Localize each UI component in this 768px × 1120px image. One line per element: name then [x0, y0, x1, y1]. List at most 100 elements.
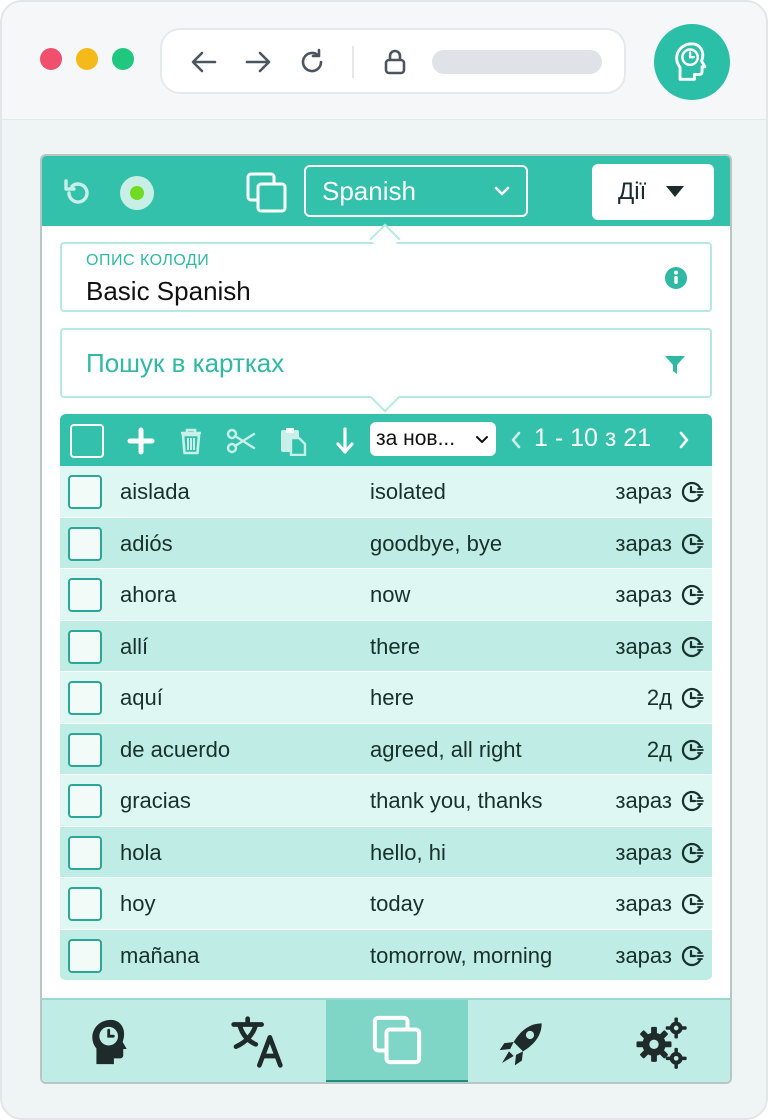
copy-deck-icon[interactable]	[244, 170, 290, 216]
card-due: зараз	[615, 530, 672, 556]
arrow-left-icon	[191, 51, 217, 73]
extension-panel: Spanish Дії ОПИС КОЛОДИ Basic Spanish По…	[40, 154, 732, 1084]
address-bar[interactable]	[160, 28, 626, 94]
card-checkbox[interactable]	[68, 784, 102, 818]
window-maximize-button[interactable]	[112, 48, 134, 70]
nav-cards[interactable]	[326, 1000, 468, 1082]
nav-translate[interactable]	[188, 1000, 326, 1082]
deck-select-value: Spanish	[322, 176, 416, 206]
card-term: de acuerdo	[120, 736, 231, 762]
card-due: зараз	[615, 633, 672, 659]
card-row[interactable]: allí there зараз	[60, 620, 712, 672]
chevron-right-icon[interactable]	[676, 428, 692, 452]
clock-icon	[681, 533, 704, 554]
chevron-down-icon	[494, 186, 510, 196]
gears-icon	[636, 1017, 687, 1069]
card-term: hoy	[120, 891, 156, 916]
scissors-icon[interactable]	[226, 426, 256, 456]
window-minimize-button[interactable]	[76, 48, 98, 70]
card-due: зараз	[615, 582, 672, 607]
paste-icon[interactable]	[278, 426, 308, 456]
rocket-icon	[499, 1023, 542, 1066]
deck-description-value: Basic Spanish	[86, 276, 251, 306]
deck-select[interactable]: Spanish	[304, 165, 528, 217]
card-due: 2д	[646, 736, 672, 762]
clock-icon	[681, 945, 704, 966]
card-checkbox[interactable]	[68, 629, 102, 664]
card-row[interactable]: adiós goodbye, bye зараз	[60, 517, 712, 569]
card-term: aquí	[120, 685, 163, 710]
clock-icon	[681, 893, 704, 915]
card-row[interactable]: aquí here 2д	[60, 672, 712, 724]
card-definition: there	[370, 633, 421, 659]
card-checkbox[interactable]	[68, 526, 102, 561]
extension-button[interactable]	[654, 24, 730, 100]
arrow-down-icon[interactable]	[330, 426, 360, 456]
card-definition: thank you, thanks	[370, 788, 543, 813]
card-row[interactable]: hola hello, hi зараз	[60, 826, 712, 878]
card-due: 2д	[646, 685, 672, 710]
trash-icon[interactable]	[176, 426, 206, 456]
chevron-left-icon[interactable]	[508, 428, 524, 452]
reload-button[interactable]	[296, 46, 328, 78]
address-divider	[352, 46, 354, 78]
record-toggle[interactable]	[120, 176, 154, 210]
nav-settings[interactable]	[592, 1000, 730, 1082]
card-definition: isolated	[370, 479, 446, 504]
card-row[interactable]: mañana tomorrow, morning зараз	[60, 929, 712, 981]
card-due: зараз	[615, 891, 672, 916]
card-row[interactable]: aislada isolated зараз	[60, 466, 712, 518]
card-row[interactable]: gracias thank you, thanks зараз	[60, 775, 712, 827]
card-checkbox[interactable]	[68, 578, 102, 612]
bottom-nav	[42, 998, 730, 1082]
nav-boost[interactable]	[454, 1000, 592, 1082]
card-checkbox[interactable]	[68, 732, 102, 767]
card-checkbox[interactable]	[68, 475, 102, 509]
clock-icon	[681, 739, 704, 760]
actions-button-label: Дії	[618, 178, 647, 205]
reload-icon	[301, 48, 323, 73]
back-button[interactable]	[188, 46, 220, 78]
nav-review[interactable]	[42, 1000, 180, 1082]
window-close-button[interactable]	[40, 48, 62, 70]
browser-window: Spanish Дії ОПИС КОЛОДИ Basic Spanish По…	[0, 0, 768, 1120]
cards-icon	[372, 1015, 422, 1065]
plus-icon[interactable]	[126, 426, 156, 456]
info-icon[interactable]	[664, 266, 688, 290]
card-row[interactable]: hoy today зараз	[60, 878, 712, 930]
filter-icon[interactable]	[664, 354, 686, 376]
card-definition: agreed, all right	[370, 736, 522, 762]
clock-icon	[681, 584, 704, 606]
card-definition: goodbye, bye	[370, 530, 503, 556]
deck-description-label: ОПИС КОЛОДИ	[86, 252, 210, 269]
clock-icon	[681, 687, 704, 709]
card-definition: now	[370, 582, 411, 607]
undo-icon[interactable]	[60, 176, 94, 210]
cards-list: aislada isolated зараз adiós goodbye, bye зар…	[60, 466, 712, 981]
forward-button[interactable]	[242, 46, 274, 78]
head-clock-icon	[675, 42, 707, 81]
clock-icon	[681, 481, 704, 503]
card-checkbox[interactable]	[68, 938, 102, 973]
sort-select[interactable]: за нов...	[370, 422, 496, 456]
card-term: ahora	[120, 582, 177, 607]
card-definition: hello, hi	[370, 839, 446, 865]
url-placeholder[interactable]	[432, 50, 602, 74]
actions-button[interactable]: Дії	[592, 164, 714, 220]
record-dot-icon	[130, 186, 144, 200]
card-checkbox[interactable]	[68, 835, 102, 870]
arrow-right-icon	[245, 51, 271, 73]
card-term: adiós	[120, 530, 173, 556]
card-definition: tomorrow, morning	[370, 942, 553, 968]
caret-down-icon	[666, 186, 684, 197]
select-all-checkbox[interactable]	[70, 424, 104, 458]
card-due: зараз	[615, 942, 672, 968]
card-term: mañana	[120, 942, 200, 968]
panel-header: Spanish Дії	[42, 156, 730, 226]
card-checkbox[interactable]	[68, 887, 102, 921]
card-due: зараз	[615, 788, 672, 813]
card-row[interactable]: de acuerdo agreed, all right 2д	[60, 723, 712, 775]
card-row[interactable]: ahora now зараз	[60, 569, 712, 621]
card-checkbox[interactable]	[68, 681, 102, 715]
search-placeholder: Пошук в картках	[86, 348, 285, 378]
